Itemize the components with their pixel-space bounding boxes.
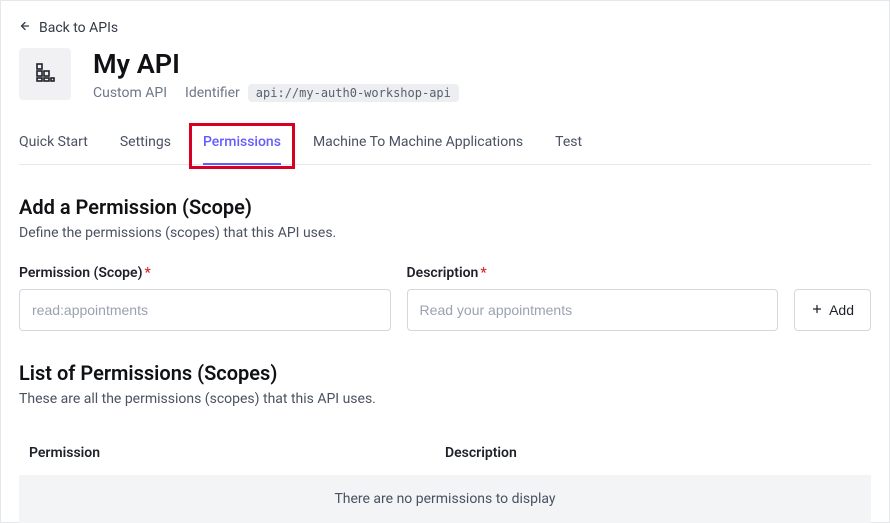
identifier-label: Identifier [185, 85, 240, 101]
add-button[interactable]: Add [794, 289, 871, 331]
arrow-left-icon [19, 20, 31, 36]
list-permissions-title: List of Permissions (Scopes) [19, 361, 871, 385]
tab-permissions[interactable]: Permissions [203, 134, 281, 164]
description-label: Description* [407, 265, 779, 281]
add-permission-desc: Define the permissions (scopes) that thi… [19, 225, 871, 241]
highlight-box [189, 123, 295, 169]
scope-label: Permission (Scope)* [19, 265, 391, 281]
empty-state: There are no permissions to display [19, 475, 871, 523]
api-subtitle: Custom API [93, 85, 167, 101]
tab-test[interactable]: Test [555, 134, 582, 164]
page-title: My API [93, 48, 459, 80]
add-permission-title: Add a Permission (Scope) [19, 195, 871, 219]
tab-quick-start[interactable]: Quick Start [19, 134, 88, 164]
col-permission: Permission [29, 445, 445, 461]
description-input[interactable] [407, 289, 779, 331]
scope-input[interactable] [19, 289, 391, 331]
plus-icon [811, 302, 823, 318]
table-header: Permission Description [19, 435, 871, 471]
api-icon [33, 60, 57, 88]
tab-m2m[interactable]: Machine To Machine Applications [313, 134, 523, 164]
back-label: Back to APIs [39, 20, 118, 36]
identifier-value: api://my-auth0-workshop-api [248, 84, 459, 102]
tab-settings[interactable]: Settings [120, 134, 171, 164]
back-to-apis-link[interactable]: Back to APIs [19, 20, 118, 36]
list-permissions-desc: These are all the permissions (scopes) t… [19, 391, 871, 407]
tab-bar: Quick Start Settings Permissions Machine… [19, 134, 871, 165]
api-icon-tile [19, 48, 71, 100]
col-description: Description [445, 445, 861, 461]
